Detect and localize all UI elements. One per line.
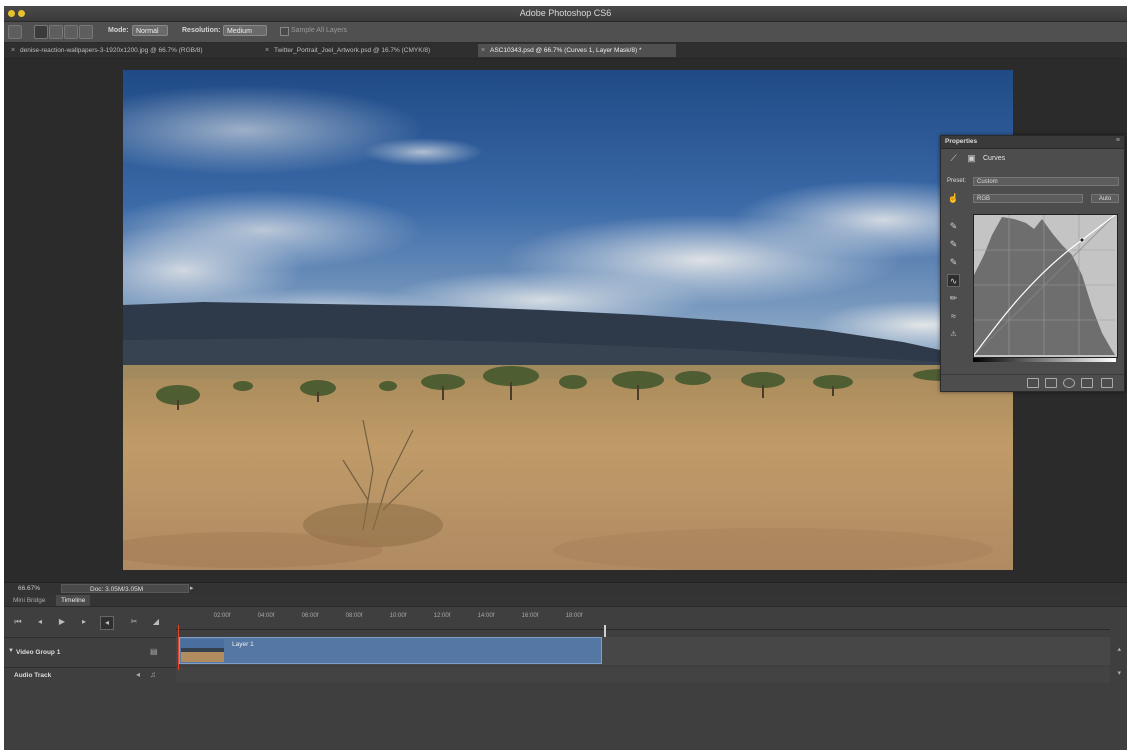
ruler-tick: 06:00f [301, 613, 319, 619]
mode-label: Mode: [108, 27, 129, 34]
audio-mute-icon[interactable]: ◂ [100, 616, 114, 630]
channel-row: ☝ RGB Auto [941, 192, 1124, 206]
window-title: Adobe Photoshop CS6 [519, 8, 612, 18]
clip-thumbnail [181, 639, 224, 662]
curves-graph[interactable] [973, 214, 1118, 358]
output-gradient [973, 358, 1116, 362]
ruler-tick: 02:00f [213, 613, 231, 619]
scroll-down-arrow-icon[interactable]: ▾ [1117, 669, 1121, 677]
doc-tab-label: Twitter_Portrait_Joel_Artwork.psd @ 16.7… [274, 47, 431, 54]
properties-panel: Properties ≡ ⟋ ▣ Curves Preset: Custom ☝… [940, 135, 1125, 392]
clip-label: Layer 1 [232, 641, 254, 648]
ruler-tick: 08:00f [345, 613, 363, 619]
film-strip-icon[interactable]: ▤ [150, 647, 158, 656]
mode-select[interactable]: Normal [132, 25, 168, 36]
subtract-selection-icon[interactable] [64, 25, 78, 39]
audio-track-lane[interactable] [176, 667, 1110, 683]
intersect-selection-icon[interactable] [79, 25, 93, 39]
properties-footer [941, 374, 1124, 391]
tab-timeline[interactable]: Timeline [56, 595, 91, 606]
eyedropper-gray-icon[interactable]: ✎ [947, 238, 960, 251]
tab-mini-bridge[interactable]: Mini Bridge [8, 595, 51, 606]
auto-button[interactable]: Auto [1091, 194, 1119, 203]
pencil-icon[interactable]: ✏ [947, 292, 960, 305]
play-icon[interactable]: ▶ [56, 616, 68, 628]
properties-title: Properties [945, 138, 978, 145]
doc-info[interactable]: Doc: 3.05M/3.05M [61, 584, 189, 593]
title-bar: Adobe Photoshop CS6 [4, 6, 1127, 22]
eyedropper-black-icon[interactable]: ✎ [947, 220, 960, 233]
video-clip[interactable]: Layer 1 [179, 637, 602, 664]
preset-select[interactable]: Custom [973, 177, 1119, 186]
timeline-panel: Mini Bridge Timeline ⏮ ◂ ▶ ▸ ◂ ✂ ◢ 02:00… [4, 595, 1127, 750]
timeline-tabs: Mini Bridge Timeline [4, 595, 1127, 607]
adjustment-row: ⟋ ▣ Curves [941, 150, 1124, 168]
transition-icon[interactable]: ◢ [150, 616, 162, 628]
reset-icon[interactable] [1063, 378, 1075, 388]
tool-preset-icon[interactable] [8, 25, 22, 39]
properties-header: Properties ≡ [941, 136, 1124, 149]
ruler-tick: 16:00f [521, 613, 539, 619]
document-tabs: × denise-reaction-wallpapers-3-1920x1200… [4, 43, 1127, 59]
ruler-tick: 10:00f [389, 613, 407, 619]
smooth-icon[interactable]: ≈ [947, 310, 960, 323]
options-bar: Mode: Normal Resolution: Medium Sample A… [4, 22, 1127, 43]
sample-all-layers-checkbox[interactable] [280, 27, 289, 36]
photoshop-window: Adobe Photoshop CS6 Mode: Normal Resolut… [4, 6, 1127, 750]
expand-triangle-icon[interactable]: ▼ [8, 648, 14, 654]
resolution-select[interactable]: Medium [223, 25, 267, 36]
delete-trash-icon[interactable] [1101, 378, 1113, 388]
doc-tab[interactable]: × Twitter_Portrait_Joel_Artwork.psd @ 16… [262, 44, 476, 57]
visibility-eye-icon[interactable] [1081, 378, 1093, 388]
clipping-warning-icon[interactable]: ⚠ [947, 328, 960, 341]
video-group-row[interactable]: ▼ Video Group 1 ▤ [4, 637, 176, 666]
ruler-tick: 14:00f [477, 613, 495, 619]
layer-mask-icon[interactable]: ▣ [965, 152, 978, 165]
curve-edit-icon[interactable]: ∿ [947, 274, 960, 287]
work-area-end-marker[interactable] [604, 625, 606, 637]
channel-select[interactable]: RGB [973, 194, 1083, 203]
playhead[interactable] [178, 625, 179, 670]
new-selection-icon[interactable] [34, 25, 48, 39]
ruler-tick: 12:00f [433, 613, 451, 619]
scroll-up-arrow-icon[interactable]: ▴ [1117, 645, 1121, 653]
add-selection-icon[interactable] [49, 25, 63, 39]
resolution-label: Resolution: [182, 27, 221, 34]
music-note-icon[interactable]: ♫ [150, 670, 156, 679]
doc-tab-label: ASC10343.psd @ 66.7% (Curves 1, Layer Ma… [490, 47, 642, 54]
audio-track-row[interactable]: Audio Track ◂ ♫ [4, 667, 176, 684]
sample-all-layers-label: Sample All Layers [291, 27, 348, 34]
view-previous-icon[interactable] [1045, 378, 1057, 388]
adjustment-name: Curves [983, 155, 1006, 162]
doc-tab-label: denise-reaction-wallpapers-3-1920x1200.j… [20, 47, 203, 54]
video-group-label: Video Group 1 [16, 649, 61, 656]
audio-track-label: Audio Track [14, 672, 52, 679]
close-tab-icon[interactable]: × [265, 44, 269, 57]
curves-adjustment-icon: ⟋ [950, 153, 957, 163]
go-to-first-frame-icon[interactable]: ⏮ [12, 616, 24, 628]
targeted-adjustment-icon[interactable]: ☝ [947, 192, 960, 205]
panel-menu-icon[interactable]: ≡ [1116, 137, 1120, 144]
ruler-tick: 18:00f [565, 613, 583, 619]
document-canvas-image[interactable] [123, 70, 1013, 570]
canvas-workspace[interactable]: Properties ≡ ⟋ ▣ Curves Preset: Custom ☝… [4, 59, 1127, 582]
doc-tab-active[interactable]: × ASC10343.psd @ 66.7% (Curves 1, Layer … [478, 44, 676, 57]
status-bar: 66.67% Doc: 3.05M/3.05M ▸ [4, 582, 1127, 596]
eyedropper-white-icon[interactable]: ✎ [947, 256, 960, 269]
doc-tab[interactable]: × denise-reaction-wallpapers-3-1920x1200… [8, 44, 260, 57]
next-frame-icon[interactable]: ▸ [78, 616, 90, 628]
timeline-ruler[interactable]: 02:00f 04:00f 06:00f 08:00f 10:00f 12:00… [176, 607, 1110, 630]
clip-to-layer-icon[interactable] [1027, 378, 1039, 388]
preset-row: Preset: Custom [941, 176, 1124, 188]
close-tab-icon[interactable]: × [481, 44, 485, 57]
close-tab-icon[interactable]: × [11, 44, 15, 57]
split-at-playhead-icon[interactable]: ✂ [128, 616, 140, 628]
audio-speaker-icon[interactable]: ◂ [136, 670, 140, 679]
zoom-level[interactable]: 66.67% [18, 585, 40, 592]
previous-frame-icon[interactable]: ◂ [34, 616, 46, 628]
status-menu-arrow-icon[interactable]: ▸ [190, 584, 194, 592]
ruler-tick: 04:00f [257, 613, 275, 619]
playback-controls: ⏮ ◂ ▶ ▸ ◂ ✂ ◢ [4, 607, 176, 637]
preset-label: Preset: [947, 178, 967, 184]
